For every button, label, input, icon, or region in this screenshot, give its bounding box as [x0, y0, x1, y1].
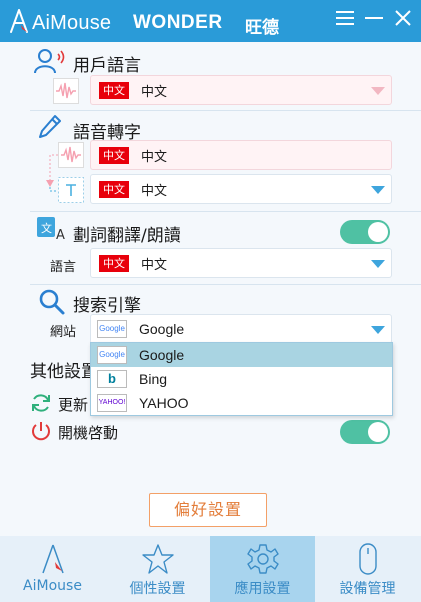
tab-app-settings[interactable]: 應用設置: [210, 536, 315, 602]
tab-device-management[interactable]: 設備管理: [315, 536, 421, 602]
flag-badge: 中文: [99, 82, 129, 99]
brand-name-cn: 旺德: [245, 18, 279, 38]
flag-badge: 中文: [99, 147, 129, 164]
text-t-icon: [58, 177, 84, 203]
search-engine-value: Google: [139, 321, 185, 337]
translate-language-value: 中文: [141, 258, 168, 273]
pen-icon: [39, 115, 61, 138]
speech-target-dropdown[interactable]: 中文 中文: [90, 174, 392, 204]
search-engine-title: 搜索引擎: [73, 296, 141, 316]
user-language-value: 中文: [141, 85, 168, 100]
svg-text:文: 文: [41, 221, 52, 235]
chevron-down-icon: [371, 260, 385, 268]
search-engine-dropdown[interactable]: Google Google: [90, 314, 392, 344]
update-label[interactable]: 更新: [58, 394, 88, 415]
mouse-icon: [359, 543, 377, 575]
user-language-title: 用戶語言: [73, 56, 141, 76]
tab-aimouse[interactable]: AiMouse: [0, 536, 105, 602]
bottom-tab-bar: AiMouse 個性設置 應用設置 設備管理: [0, 536, 421, 602]
translate-language-dropdown[interactable]: 中文 中文: [90, 248, 392, 278]
minimize-icon[interactable]: [362, 6, 386, 30]
yahoo-logo-icon: YAHOO!: [97, 394, 127, 412]
star-icon: [142, 544, 174, 574]
tab-label: AiMouse: [23, 578, 82, 594]
menu-item-bing[interactable]: b Bing: [91, 367, 392, 391]
title-bar: AiMouse WONDER 旺德: [0, 0, 421, 42]
chevron-down-icon: [371, 326, 385, 334]
app-name: AiMouse: [32, 12, 112, 34]
aimouse-logo-icon: [10, 9, 28, 33]
speech-target-value: 中文: [141, 184, 168, 199]
search-icon: [39, 289, 65, 315]
flag-badge: 中文: [99, 181, 129, 198]
menu-item-label: Google: [139, 347, 185, 363]
translate-toggle[interactable]: [340, 220, 390, 244]
tab-label: 應用設置: [234, 581, 291, 597]
menu-item-google[interactable]: Google Google: [91, 343, 392, 367]
svg-text:A: A: [56, 228, 65, 243]
toggle-knob: [368, 422, 388, 442]
speech-source-dropdown[interactable]: 中文 中文: [90, 140, 392, 170]
language-label: 語言: [50, 260, 77, 275]
preferences-button[interactable]: 偏好設置: [149, 493, 267, 527]
menu-icon[interactable]: [333, 6, 357, 30]
user-language-dropdown[interactable]: 中文 中文: [90, 75, 392, 105]
divider: [30, 284, 421, 285]
chevron-down-icon: [371, 87, 385, 95]
search-engine-menu: Google Google b Bing YAHOO! YAHOO: [90, 342, 393, 416]
speech-source-value: 中文: [141, 150, 168, 165]
aimouse-icon: [42, 544, 64, 574]
website-label: 網站: [50, 325, 77, 340]
flag-badge: 中文: [99, 255, 129, 272]
user-voice-icon: [34, 49, 65, 74]
google-logo-icon: Google: [97, 320, 127, 338]
divider: [30, 110, 421, 111]
menu-item-label: YAHOO: [139, 395, 189, 411]
brand-name: WONDER: [133, 12, 223, 33]
divider: [30, 211, 421, 212]
startup-label: 開機啓動: [58, 424, 119, 442]
translate-title: 劃詞翻譯/朗讀: [73, 226, 181, 246]
chevron-down-icon: [371, 186, 385, 194]
other-settings-title: 其他設置: [30, 362, 98, 382]
refresh-icon: [32, 394, 50, 412]
toggle-knob: [368, 222, 388, 242]
settings-panel: 用戶語言 中文 中文 語音轉字 中文 中文 中文 中文 文 A 劃詞翻譯/朗讀 …: [0, 42, 421, 536]
startup-toggle[interactable]: [340, 420, 390, 444]
tab-label: 設備管理: [339, 581, 396, 597]
menu-item-label: Bing: [139, 371, 168, 387]
gear-icon: [247, 544, 279, 574]
tab-personalize[interactable]: 個性設置: [105, 536, 210, 602]
audio-wave-icon: [53, 78, 79, 104]
google-logo-icon: Google: [97, 346, 127, 364]
power-icon: [32, 422, 50, 441]
translate-icon: 文 A: [37, 217, 65, 243]
tab-label: 個性設置: [129, 581, 186, 597]
menu-item-yahoo[interactable]: YAHOO! YAHOO: [91, 391, 392, 415]
bing-logo-icon: b: [97, 370, 127, 388]
close-icon[interactable]: [391, 6, 415, 30]
